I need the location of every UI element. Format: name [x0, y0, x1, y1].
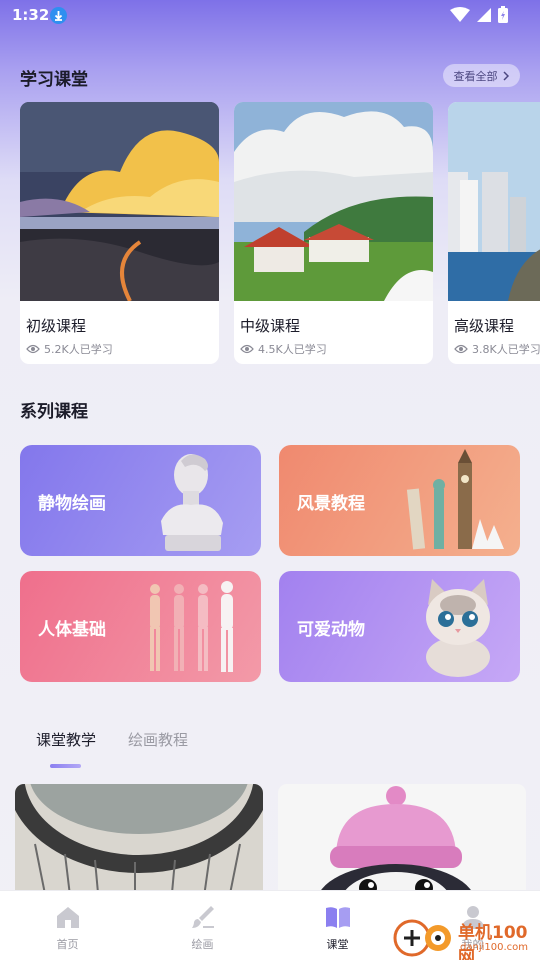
book-icon	[326, 907, 350, 928]
kitten-image	[426, 579, 490, 677]
nav-item-home[interactable]: 首页	[0, 891, 135, 960]
wifi-icon	[450, 6, 470, 22]
course-image-intermediate	[234, 102, 433, 301]
series-label: 风景教程	[297, 494, 365, 514]
penguin-drawing-image	[278, 784, 526, 904]
nav-item-classroom[interactable]: 课堂	[270, 891, 405, 960]
chevron-right-icon	[502, 70, 509, 81]
battery-icon	[498, 6, 508, 23]
tab-indicator	[50, 764, 81, 768]
tutorial-card-tire[interactable]	[15, 784, 263, 904]
tutorial-card-penguin[interactable]	[278, 784, 526, 904]
download-icon	[50, 7, 67, 24]
course-card-intermediate[interactable]: 中级课程 4.5K人已学习	[234, 102, 433, 364]
bust-sculpture-image	[161, 454, 223, 551]
view-all-label: 查看全部	[453, 69, 498, 83]
nav-label: 课堂	[326, 938, 349, 951]
course-learners: 5.2K人已学习	[44, 343, 113, 356]
course-name: 高级课程	[454, 317, 515, 335]
series-card-landscape[interactable]: 风景教程	[279, 445, 520, 556]
course-card-beginner[interactable]: 初级课程 5.2K人已学习	[20, 102, 219, 364]
watermark-icon	[393, 919, 451, 957]
eye-icon	[240, 344, 254, 354]
tire-sketch-image	[15, 784, 263, 904]
learning-section-title: 学习课堂	[20, 70, 88, 90]
series-card-human-body[interactable]: 人体基础	[20, 571, 261, 682]
tab-classroom-teaching[interactable]: 课堂教学	[36, 729, 96, 750]
watermark-logo: 单机100网 danji100.com	[392, 914, 540, 960]
series-section-title: 系列课程	[20, 402, 88, 422]
watermark-url: danji100.com	[460, 942, 528, 953]
nav-item-draw[interactable]: 绘画	[135, 891, 270, 960]
tab-drawing-tutorials[interactable]: 绘画教程	[128, 729, 188, 750]
landmarks-image	[406, 449, 504, 550]
human-figures-image	[150, 581, 233, 672]
signal-icon	[477, 7, 491, 22]
nav-label: 绘画	[191, 938, 214, 951]
course-image-beginner	[20, 102, 219, 301]
course-learners: 3.8K人已学习	[472, 343, 540, 356]
view-all-button[interactable]: 查看全部	[443, 64, 520, 87]
course-name: 初级课程	[26, 317, 87, 335]
status-bar: 1:32	[0, 0, 540, 32]
nav-label: 首页	[56, 938, 79, 951]
watermark-brand: 单机100网	[458, 923, 528, 960]
course-image-advanced	[448, 102, 540, 301]
course-name: 中级课程	[240, 317, 301, 335]
course-learners: 4.5K人已学习	[258, 343, 327, 356]
series-label: 人体基础	[38, 620, 106, 640]
brush-icon	[192, 906, 214, 928]
course-card-advanced[interactable]: 高级课程 3.8K人已学习	[448, 102, 540, 364]
eye-icon	[26, 344, 40, 354]
series-card-cute-animals[interactable]: 可爱动物	[279, 571, 520, 682]
eye-icon	[454, 344, 468, 354]
series-label: 静物绘画	[38, 494, 106, 514]
course-carousel[interactable]: 初级课程 5.2K人已学习 中级课程 4.5K人已学习 高级课程 3.8K人已学…	[0, 102, 540, 364]
series-card-still-life[interactable]: 静物绘画	[20, 445, 261, 556]
series-label: 可爱动物	[297, 620, 365, 640]
home-icon	[57, 907, 79, 928]
status-time: 1:32	[12, 6, 50, 24]
